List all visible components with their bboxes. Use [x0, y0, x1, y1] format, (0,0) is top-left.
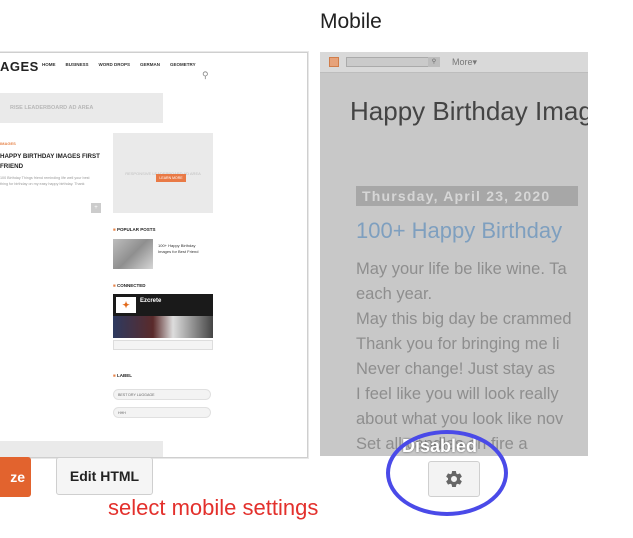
annotation-caption: select mobile settings	[108, 495, 319, 520]
desktop-nav-item: WORD DROPS	[98, 62, 131, 67]
blogger-icon	[329, 57, 339, 67]
mobile-body-line: Never change! Just stay as	[356, 360, 556, 378]
desktop-post-title: HAPPY BIRTHDAY IMAGES FIRST FRIEND	[0, 153, 100, 170]
connected-title: ■ CONNECTED	[113, 283, 146, 288]
desktop-share-icon: +	[91, 203, 101, 213]
facebook-cover-image	[113, 316, 213, 338]
desktop-post-excerpt: 100 Birthday Things friend reminding lif…	[0, 176, 90, 186]
desktop-leaderboard-ad: RISE LEADERBOARD AD AREA	[0, 93, 163, 123]
edit-html-button[interactable]: Edit HTML	[56, 457, 153, 495]
popular-post-thumbnail	[113, 239, 153, 269]
facebook-follow-bar	[113, 340, 213, 350]
customize-button[interactable]: ze	[0, 457, 31, 497]
label-select: HHH	[113, 407, 211, 418]
desktop-nav-item: GEOMETRY	[170, 62, 196, 67]
label-widget-title: ■ LABEL	[113, 373, 132, 378]
search-icon: ⚲	[428, 57, 440, 67]
highlight-circle	[386, 430, 508, 516]
mobile-body-line: each year.	[356, 285, 433, 303]
desktop-nav-item: HOME	[42, 62, 56, 67]
mobile-body-line: I feel like you will look really	[356, 385, 559, 403]
label-select: BEST DRY LUGGAGE	[113, 389, 211, 400]
mobile-navbar: ⚲ More▾	[320, 52, 588, 73]
brand-logo-icon: ✦	[116, 297, 136, 313]
mobile-post-date: Thursday, April 23, 2020	[356, 186, 578, 206]
desktop-preview: AGES HOME BUSINESS WORD DROPS GERMAN GEO…	[0, 52, 308, 458]
popular-posts-title: ■ POPULAR POSTS	[113, 227, 156, 232]
mobile-more-menu: More▾	[452, 57, 478, 67]
facebook-page-widget: ✦ Ezcrete	[113, 294, 213, 338]
mobile-body-line: about what you look like nov	[356, 410, 564, 428]
desktop-read-more: LEARN MORE	[156, 174, 186, 182]
desktop-nav: HOME BUSINESS WORD DROPS GERMAN GEOMETRY	[42, 62, 196, 67]
desktop-post-label: IMAGES	[0, 141, 16, 146]
mobile-search-input	[346, 57, 440, 67]
mobile-heading: Mobile	[320, 10, 382, 33]
desktop-sidebar-ad: RESPONSIVE LEADERBOARD AD AREA	[113, 133, 213, 213]
desktop-footer-block	[0, 441, 163, 457]
mobile-body-line: Thank you for bringing me li	[356, 335, 560, 353]
popular-post-text: 100+ Happy Birthday Images for Best Frie…	[158, 243, 199, 254]
mobile-body-line: May your life be like wine. Ta	[356, 260, 567, 278]
mobile-body-line: May this big day be crammed	[356, 310, 572, 328]
facebook-page-name: Ezcrete	[140, 298, 162, 304]
desktop-blog-logo: AGES	[0, 59, 39, 74]
desktop-nav-item: GERMAN	[140, 62, 161, 67]
mobile-preview: ⚲ More▾ Happy Birthday Imag Thursday, Ap…	[320, 52, 588, 456]
search-icon: ⚲	[202, 70, 209, 80]
desktop-nav-item: BUSINESS	[65, 62, 89, 67]
mobile-post-title: 100+ Happy Birthday	[356, 218, 563, 243]
mobile-blog-title: Happy Birthday Imag	[350, 96, 588, 126]
